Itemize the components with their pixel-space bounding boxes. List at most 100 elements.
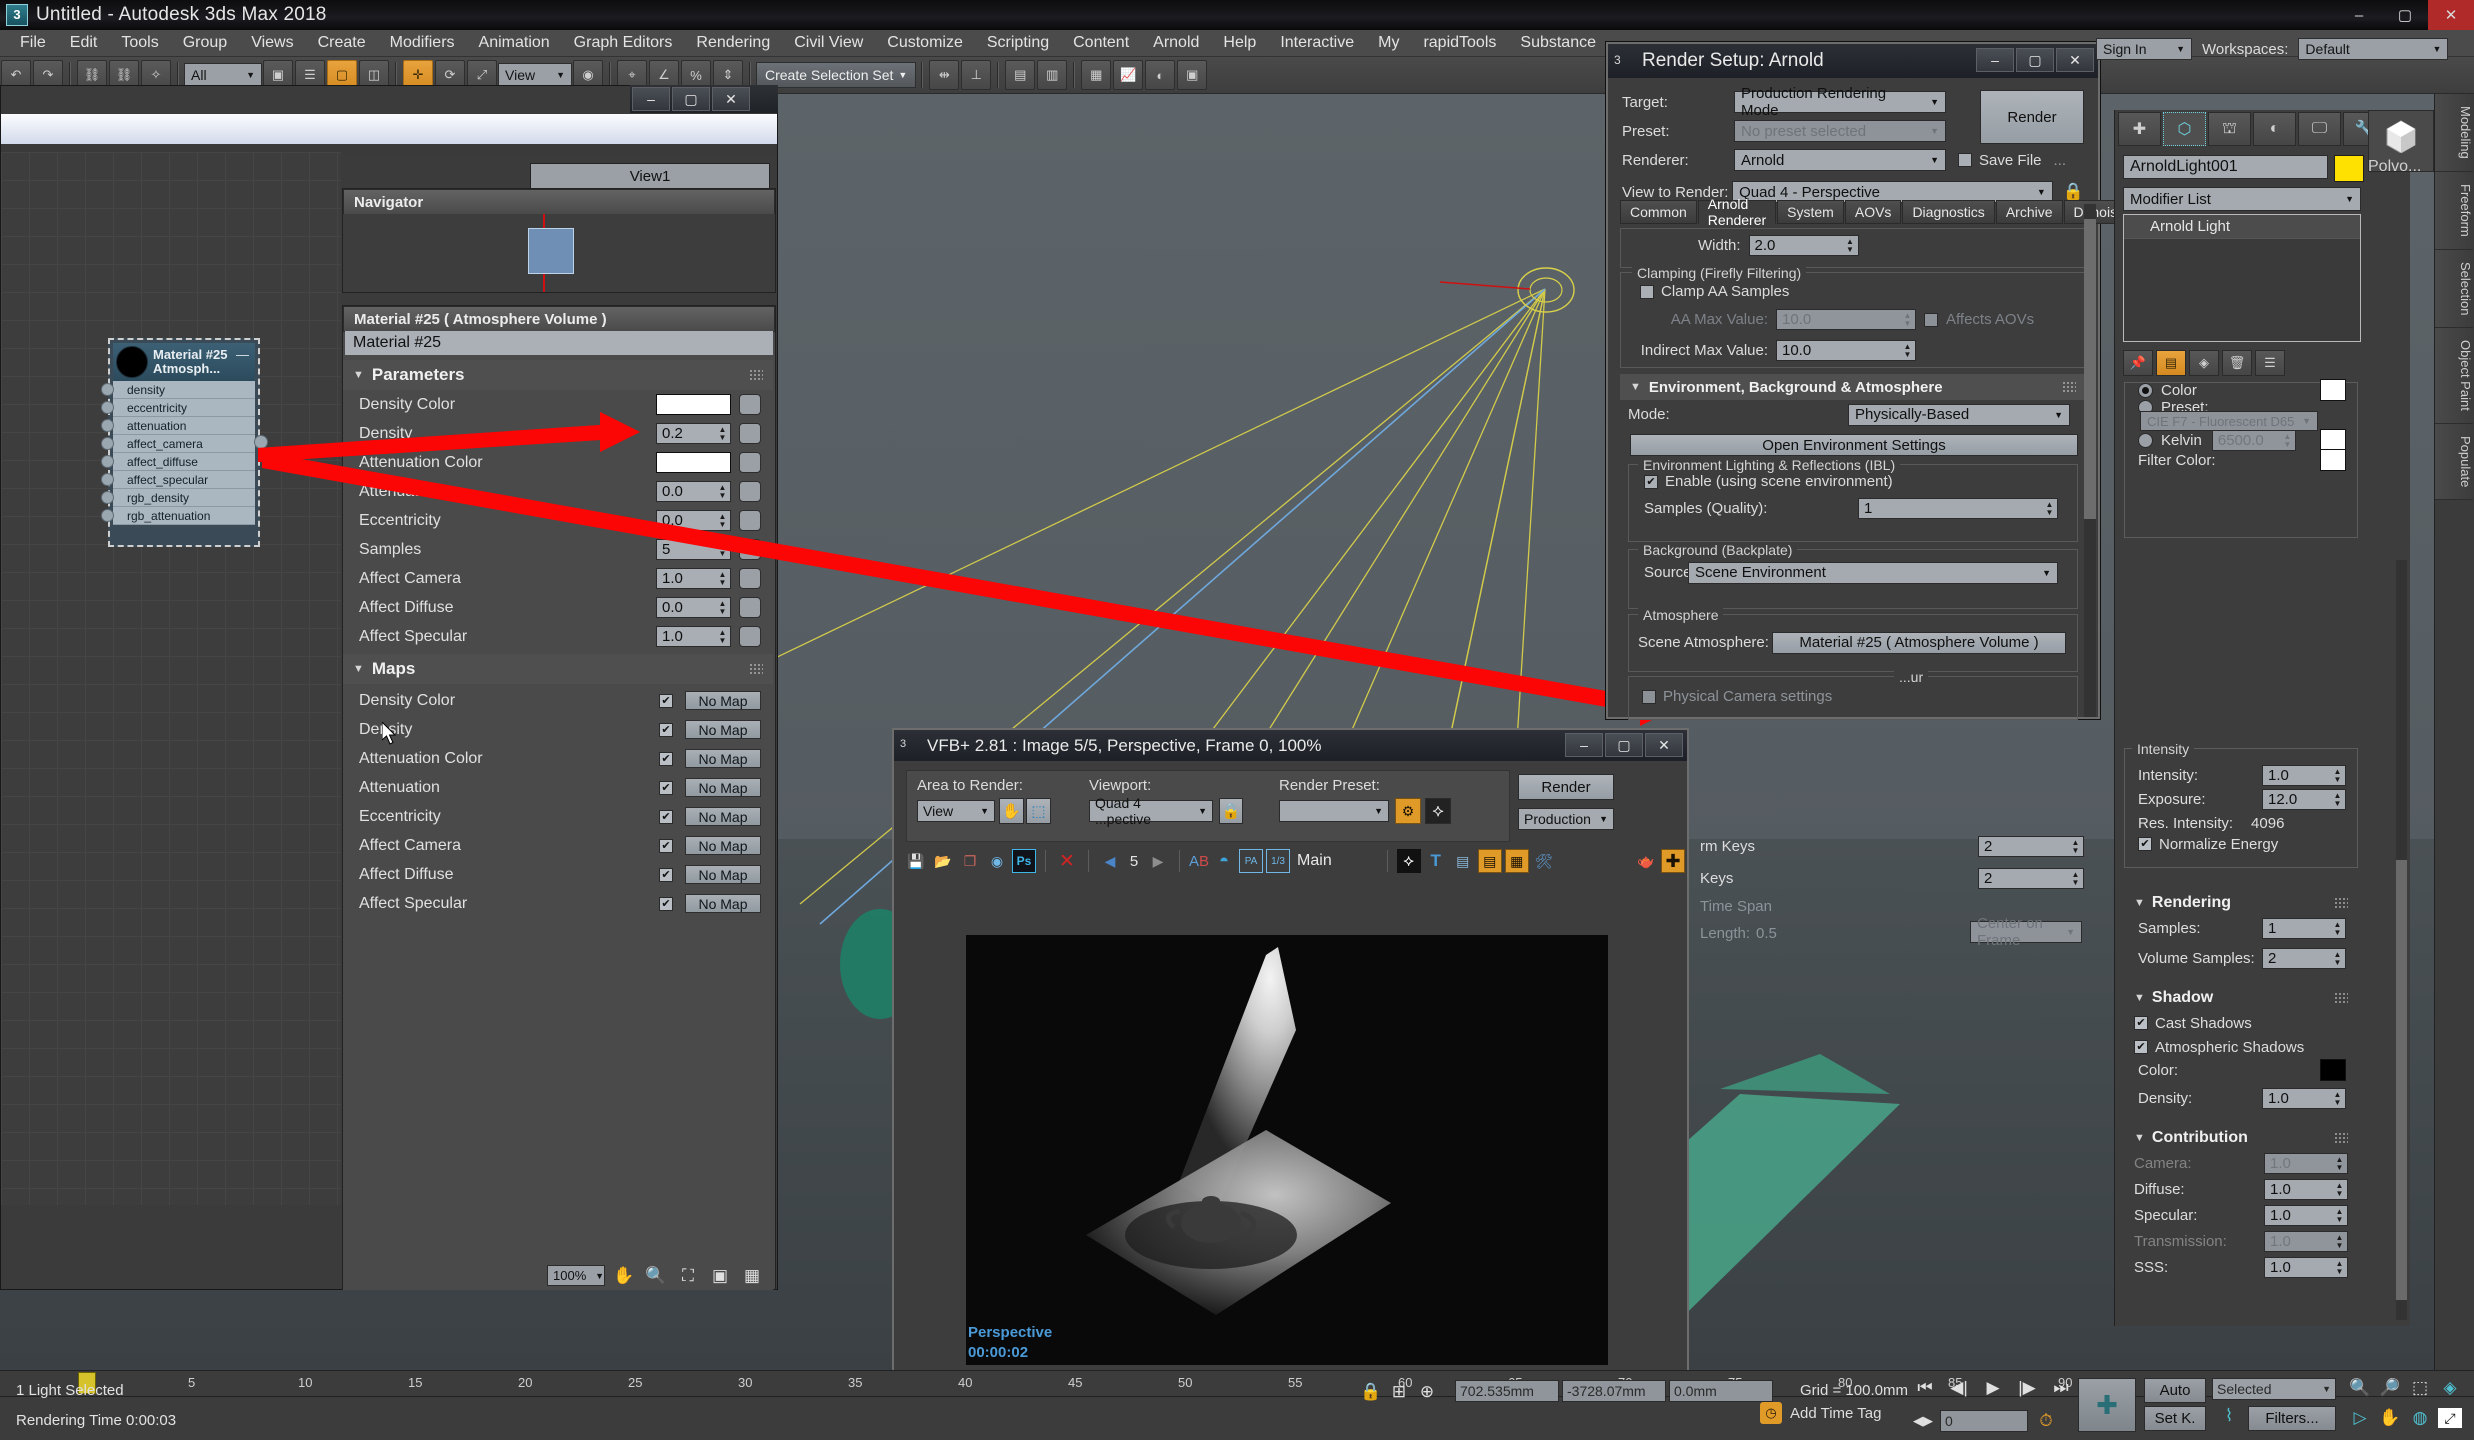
exposure-icon[interactable]: ⯎ (1425, 798, 1451, 824)
current-frame-field[interactable]: 0 (1940, 1410, 2028, 1432)
filters-button[interactable]: Filters... (2248, 1406, 2336, 1431)
render-setup-icon[interactable]: ▣ (1177, 60, 1208, 90)
volume-samples-row[interactable]: Volume Samples: 2 ▲ ▼ (2128, 945, 2356, 971)
width-spinner[interactable]: 2.0 ▲ ▼ (1748, 235, 1859, 256)
material-editor-icon[interactable]: ◐ (1145, 60, 1176, 90)
slate-status-bar[interactable]: 100% ▼ ✋ 🔍 ⛶ ▣ ▦ (343, 1261, 773, 1290)
socket-dot-icon[interactable] (101, 473, 114, 486)
parameter-map-button[interactable] (739, 626, 761, 647)
schematic-view-icon[interactable]: 📈 (1113, 60, 1144, 90)
remove-modifier-icon[interactable]: 🗑 (2222, 350, 2252, 376)
material-rollup-header[interactable]: Material #25 ( Atmosphere Volume ) (343, 306, 775, 332)
time-tag-icon[interactable]: ◷ (1760, 1402, 1782, 1424)
kelvin-radio[interactable] (2138, 432, 2153, 448)
intensity-spinner[interactable]: 1.0 ▲ ▼ (2262, 764, 2346, 786)
normalize-energy-checkbox[interactable]: ✔ (2138, 837, 2152, 851)
motion-tab[interactable]: ◐ (2253, 112, 2296, 146)
set-key-button[interactable]: Set K. (2144, 1406, 2206, 1431)
target-combo[interactable]: Production Rendering Mode ▼ (1734, 85, 1946, 119)
render-setup-dialog[interactable]: 3 Render Setup: Arnold – ▢ ✕ Target: Pro… (1606, 42, 2140, 720)
parameter-map-button[interactable] (739, 597, 761, 618)
menu-item-modifiers[interactable]: Modifiers (378, 31, 467, 55)
map-enable-checkbox[interactable]: ✔ (659, 809, 673, 824)
layout-icon[interactable]: ▦ (739, 1266, 765, 1286)
map-enable-checkbox[interactable]: ✔ (659, 780, 673, 795)
lock-selection-icon[interactable]: 🔒 (1360, 1382, 1382, 1402)
spinner-arrows-icon[interactable]: ▲ ▼ (718, 513, 727, 529)
spinner-arrows-icon[interactable]: ▲ ▼ (2045, 501, 2054, 517)
lock-icon[interactable]: 🔒 (2063, 182, 2084, 202)
create-tab[interactable]: ✚ (2118, 112, 2161, 146)
pixel-aspect-icon[interactable]: PA (1239, 849, 1264, 873)
spinner-arrows-icon[interactable]: ▲ ▼ (2333, 791, 2342, 808)
photoshop-icon[interactable]: Ps (1012, 849, 1036, 873)
slate-zoom-combo[interactable]: 100% ▼ (547, 1265, 605, 1286)
keys-spinner[interactable]: 2 ▲ ▼ (1978, 868, 2084, 889)
sign-in-combo[interactable]: Sign In ▼ (2096, 38, 2192, 60)
modifier-stack[interactable]: Arnold Light (2123, 214, 2361, 342)
preset-combo[interactable]: No preset selected ▼ (1734, 120, 1946, 142)
command-panel-tabs[interactable]: ✚ ⬡ ⛫ ◐ 🖵 🔧 (2118, 112, 2386, 146)
indirect-max-spinner[interactable]: 10.0 ▲ ▼ (1776, 340, 1916, 361)
spinner-arrows-icon[interactable]: ▲ ▼ (718, 484, 727, 500)
material-name-field[interactable]: Material #25 (345, 331, 773, 355)
render-setup-close-button[interactable]: ✕ (2056, 48, 2094, 72)
settings-icon[interactable]: 🛠 (1532, 849, 1556, 873)
menu-item-file[interactable]: File (8, 31, 58, 55)
modifier-list-combo[interactable]: Modifier List ▼ (2123, 187, 2361, 211)
map-enable-checkbox[interactable]: ✔ (659, 838, 673, 853)
spinner-arrows-icon[interactable]: ▲ ▼ (2071, 839, 2080, 855)
filter-color-row[interactable]: Filter Color: (2128, 447, 2356, 473)
intensity-row[interactable]: Intensity: 1.0 ▲ ▼ (2128, 762, 2356, 788)
coordinate-x-field[interactable]: 702.535mm (1455, 1380, 1559, 1402)
zoom-icon[interactable]: 🔍 (643, 1266, 669, 1286)
render-setup-maximize-button[interactable]: ▢ (2016, 48, 2054, 72)
ribbon-tab-selection[interactable]: Selection (2435, 249, 2473, 328)
open-environment-settings-button[interactable]: Open Environment Settings (1630, 434, 2078, 456)
spinner-arrows-icon[interactable]: ▲ ▼ (2333, 767, 2342, 784)
align-icon[interactable]: ⊥ (961, 60, 992, 90)
ribbon-tab-populate[interactable]: Populate (2435, 423, 2473, 501)
exposure-row[interactable]: Exposure: 12.0 ▲ ▼ (2128, 786, 2356, 812)
ibl-samples-spinner[interactable]: 1 ▲ ▼ (1858, 498, 2058, 519)
ribbon-tab-object-paint[interactable]: Object Paint (2435, 327, 2473, 424)
cast-shadows-checkbox[interactable]: ✔ (2134, 1016, 2148, 1030)
absolute-mode-icon[interactable]: ⊞ (1388, 1382, 1410, 1402)
object-name-field[interactable]: ArnoldLight001 (2123, 155, 2328, 179)
slate-minimize-button[interactable]: – (632, 87, 670, 111)
exposure-spinner[interactable]: 12.0 ▲ ▼ (2262, 788, 2346, 810)
shadow-rollout-header[interactable]: ▼ Shadow (2124, 985, 2358, 1011)
time-configuration-icon[interactable]: ⏱ (2034, 1411, 2058, 1431)
next-frame-icon[interactable]: |▶ (2014, 1378, 2040, 1398)
spinner-arrows-icon[interactable]: ▲ ▼ (718, 600, 727, 616)
parameter-map-button[interactable] (739, 394, 761, 415)
material-node[interactable]: Material #25 Atmosph... — density eccentr… (101, 338, 268, 547)
physical-camera-checkbox[interactable] (1642, 689, 1656, 704)
curve-editor-icon[interactable]: ▦ (1081, 60, 1112, 90)
parameter-spinner[interactable]: 1.0 ▲ ▼ (656, 626, 731, 647)
environment-rollout-header[interactable]: ▼ Environment, Background & Atmosphere (1620, 374, 2086, 400)
viewport-nav-row1[interactable]: 🔍 🔎 ⬚ ◈ (2348, 1378, 2462, 1398)
mode-combo[interactable]: Physically-Based ▼ (1848, 403, 2070, 426)
menu-item-scripting[interactable]: Scripting (975, 31, 1061, 55)
spinner-arrows-icon[interactable]: ▲ ▼ (1903, 343, 1912, 359)
render-setup-minimize-button[interactable]: – (1976, 48, 2014, 72)
map-enable-checkbox[interactable]: ✔ (659, 751, 673, 766)
selection-filter-combo[interactable]: All ▼ (184, 63, 262, 87)
render-tab-archive[interactable]: Archive (1995, 200, 2063, 224)
slate-node-canvas[interactable] (1, 152, 341, 1205)
parameters-rollout-header[interactable]: ▼ Parameters (343, 360, 773, 390)
command-panel-scrollbar-thumb[interactable] (2396, 860, 2407, 1300)
material-node-collapse-icon[interactable]: — (236, 347, 249, 362)
shadow-color-row[interactable]: Color: (2128, 1057, 2356, 1083)
window-controls[interactable]: – ▢ ✕ (2336, 0, 2474, 30)
pan-icon[interactable]: ✋ (2378, 1408, 2402, 1428)
render-setup-scrollbar-thumb[interactable] (2084, 219, 2096, 519)
parameter-map-button[interactable] (739, 481, 761, 502)
center-on-frame-combo[interactable]: Center on Frame ▼ (1970, 915, 2082, 949)
map-enable-checkbox[interactable]: ✔ (659, 722, 673, 737)
zoom-all-icon[interactable]: 🔎 (2378, 1378, 2402, 1398)
workspaces-combo[interactable]: Default ▼ (2298, 38, 2449, 60)
zoom-extents-icon[interactable]: ⬚ (2408, 1378, 2432, 1398)
pan-icon[interactable]: ✋ (611, 1266, 637, 1286)
